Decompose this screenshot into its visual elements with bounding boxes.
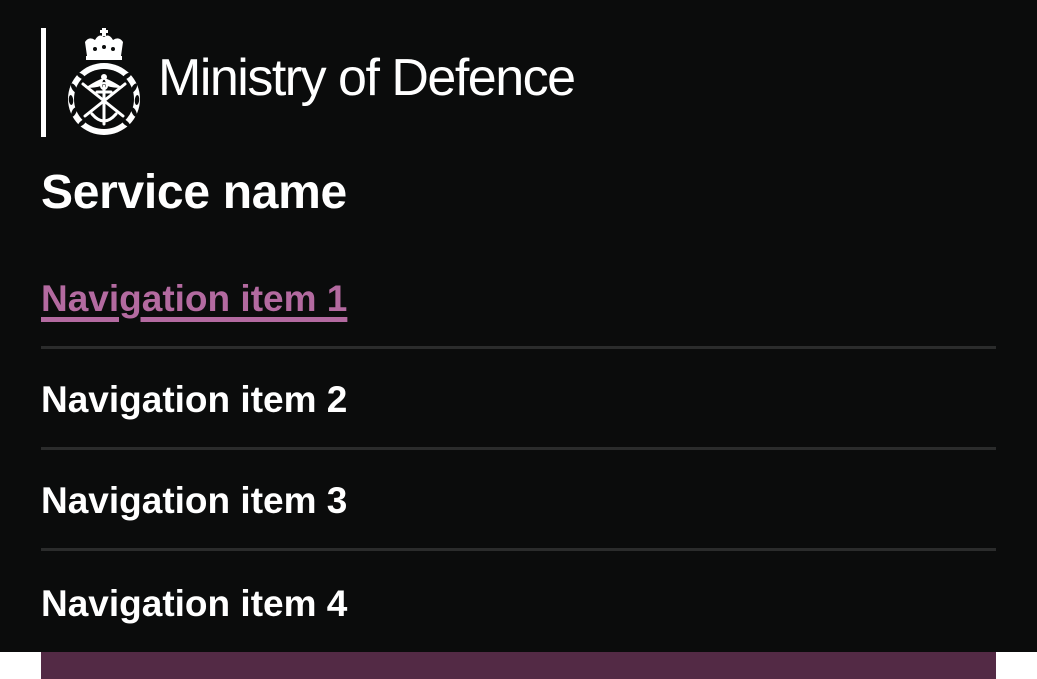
nav-item-3: Navigation item 3 xyxy=(41,450,996,551)
nav-item-4: Navigation item 4 xyxy=(41,551,996,652)
brand-accent-bar xyxy=(41,652,996,679)
org-logo-link[interactable]: Ministry of Defence xyxy=(41,28,576,137)
nav-link-4[interactable]: Navigation item 4 xyxy=(41,583,347,625)
nav-item-1: Navigation item 1 xyxy=(41,248,996,349)
nav-link-1[interactable]: Navigation item 1 xyxy=(41,278,347,320)
service-name-link[interactable]: Service name xyxy=(41,165,347,220)
site-header: Ministry of Defence Service name Navigat… xyxy=(0,0,1037,652)
nav-link-2[interactable]: Navigation item 2 xyxy=(41,379,347,421)
nav-item-2: Navigation item 2 xyxy=(41,349,996,450)
nav-link-3[interactable]: Navigation item 3 xyxy=(41,480,347,522)
nav-list: Navigation item 1 Navigation item 2 Navi… xyxy=(41,248,996,652)
logo-rule xyxy=(41,28,46,137)
org-name: Ministry of Defence xyxy=(158,48,576,107)
mod-crest-icon xyxy=(68,28,140,135)
